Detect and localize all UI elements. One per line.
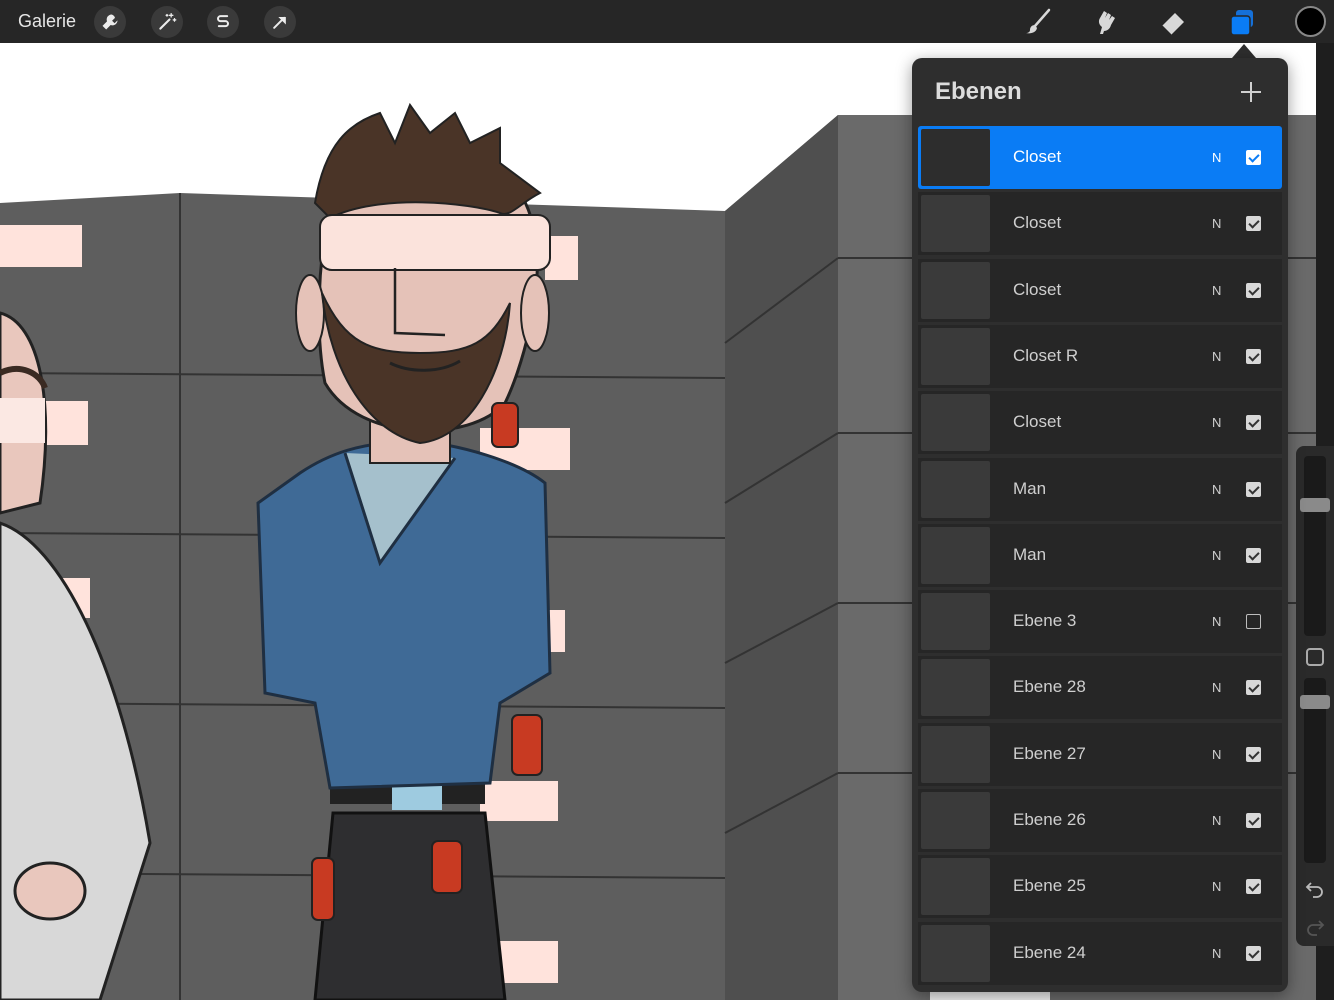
blend-mode-button[interactable]: N (1212, 548, 1221, 563)
layer-visibility-checkbox[interactable] (1246, 481, 1261, 497)
blend-mode-button[interactable]: N (1212, 482, 1221, 497)
selection-icon (217, 15, 229, 28)
layer-name: Ebene 3 (1013, 611, 1077, 631)
color-picker-button[interactable] (1295, 6, 1326, 37)
layer-row[interactable]: Ebene 3 N (918, 590, 1282, 654)
panel-title: Ebenen (935, 78, 1022, 105)
layer-name: Ebene 26 (1013, 810, 1086, 829)
redo-icon (1307, 920, 1325, 936)
blend-mode-button[interactable]: N (1212, 747, 1221, 762)
layer-thumbnail[interactable] (921, 725, 990, 783)
layer-visibility-checkbox[interactable] (1246, 614, 1261, 630)
layer-row[interactable]: Closet R N (918, 324, 1282, 388)
blend-mode-button[interactable]: N (1212, 680, 1221, 695)
undo-icon (1305, 882, 1323, 898)
eraser-tool-button[interactable] (1155, 4, 1191, 40)
layer-thumbnail[interactable] (921, 195, 990, 253)
brush-icon (1026, 8, 1051, 34)
layers-panel: Ebenen Closet N Closet N Closet N Closet R N Clo… (912, 58, 1288, 992)
transform-button[interactable] (264, 6, 296, 38)
layers-tool-button[interactable] (1224, 4, 1260, 40)
layer-thumbnail[interactable] (921, 394, 990, 452)
eraser-icon (1161, 13, 1184, 36)
layer-thumbnail[interactable] (921, 261, 990, 319)
layer-row[interactable]: Closet N (918, 126, 1282, 189)
blend-mode-button[interactable]: N (1212, 283, 1221, 298)
blend-mode-button[interactable]: N (1212, 415, 1221, 430)
layer-name: Ebene 27 (1013, 743, 1086, 763)
layer-visibility-checkbox[interactable] (1246, 813, 1261, 828)
blend-mode-button[interactable]: N (1212, 879, 1221, 894)
opacity-slider[interactable] (1300, 678, 1330, 863)
layer-row[interactable]: Ebene 28 N (918, 656, 1282, 720)
layer-row[interactable]: Closet N (918, 258, 1282, 322)
layer-visibility-checkbox[interactable] (1246, 547, 1261, 563)
layer-thumbnail[interactable] (921, 460, 990, 518)
blend-mode-button[interactable]: N (1212, 150, 1221, 165)
brush-size-thumb[interactable] (1300, 497, 1330, 512)
selection-button[interactable] (207, 6, 239, 38)
layer-row[interactable]: Man N (918, 457, 1282, 521)
layer-row[interactable]: Ebene 27 N (918, 722, 1282, 786)
brush-tool-button[interactable] (1020, 4, 1056, 40)
opacity-thumb[interactable] (1300, 695, 1330, 710)
undo-button[interactable] (1305, 878, 1325, 898)
smudge-tool-button[interactable] (1087, 4, 1123, 40)
layer-row[interactable]: Closet N (918, 391, 1282, 455)
layer-visibility-checkbox[interactable] (1246, 348, 1261, 364)
layer-name: Ebene 28 (1013, 677, 1086, 697)
wrench-icon (102, 14, 118, 30)
layer-thumbnail[interactable] (921, 858, 990, 916)
plus-icon[interactable] (1239, 80, 1263, 104)
actions-button[interactable] (94, 6, 126, 38)
layers-icon (1230, 10, 1253, 36)
panel-pointer (1232, 44, 1256, 58)
layer-visibility-checkbox[interactable] (1246, 945, 1261, 961)
layer-visibility-checkbox[interactable] (1246, 282, 1261, 298)
layer-visibility-checkbox[interactable] (1246, 746, 1261, 762)
layer-visibility-checkbox[interactable] (1246, 216, 1261, 232)
layer-name: Man (1013, 478, 1047, 498)
layer-name: Closet (1013, 412, 1062, 432)
layer-thumbnail[interactable] (921, 129, 990, 186)
layer-name: Closet (1013, 279, 1062, 299)
blend-mode-button[interactable]: N (1212, 216, 1221, 231)
layer-thumbnail[interactable] (921, 327, 990, 385)
layer-thumbnail[interactable] (921, 924, 990, 982)
layer-thumbnail[interactable] (921, 526, 990, 584)
adjustments-button[interactable] (151, 6, 183, 38)
layer-name: Closet (1013, 213, 1062, 233)
layer-row[interactable]: Ebene 25 N (918, 855, 1282, 919)
layer-thumbnail[interactable] (921, 792, 990, 849)
layer-name: Closet (1013, 147, 1062, 166)
redo-button[interactable] (1305, 916, 1325, 936)
layer-thumbnail[interactable] (921, 593, 990, 651)
top-toolbar: Galerie (0, 0, 1334, 43)
layer-row[interactable]: Closet N (918, 192, 1282, 256)
layer-visibility-checkbox[interactable] (1246, 879, 1261, 895)
layer-name: Ebene 25 (1013, 876, 1086, 896)
brush-size-slider[interactable] (1300, 456, 1330, 636)
blend-mode-button[interactable]: N (1212, 614, 1221, 629)
transform-arrow-icon (273, 16, 286, 29)
blend-mode-button[interactable]: N (1212, 946, 1221, 961)
magic-wand-icon (159, 13, 177, 30)
layer-thumbnail[interactable] (921, 659, 990, 717)
layer-visibility-checkbox[interactable] (1246, 415, 1261, 431)
procreate-app: Galerie Ebenen Closet N Closet N Closet … (0, 0, 1334, 1000)
layer-name: Ebene 24 (1013, 942, 1086, 962)
layer-name: Man (1013, 544, 1047, 564)
blend-mode-button[interactable]: N (1212, 349, 1221, 364)
layer-row[interactable]: Ebene 24 N (918, 921, 1282, 985)
layer-name: Closet R (1013, 345, 1079, 365)
modify-button[interactable] (1306, 648, 1324, 666)
smudge-icon (1098, 11, 1115, 34)
layer-row[interactable]: Man N (918, 523, 1282, 587)
gallery-button[interactable]: Galerie (18, 11, 76, 32)
layer-row[interactable]: Ebene 26 N (918, 789, 1282, 852)
side-controls (1296, 446, 1334, 946)
layer-visibility-checkbox[interactable] (1246, 680, 1261, 696)
layer-visibility-checkbox[interactable] (1246, 150, 1261, 165)
blend-mode-button[interactable]: N (1212, 813, 1221, 828)
